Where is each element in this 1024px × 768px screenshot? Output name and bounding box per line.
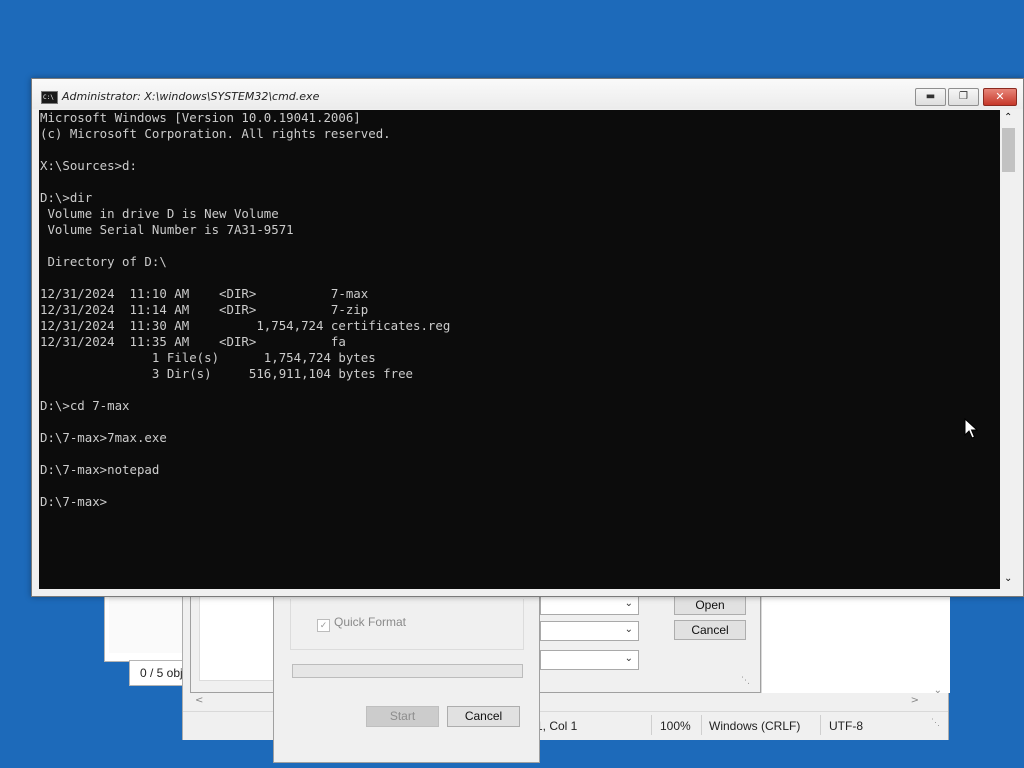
resize-grip-icon[interactable]: ⋱	[931, 717, 940, 728]
scroll-left-arrow-icon[interactable]: <	[195, 695, 203, 706]
dialog-nav-pane	[199, 595, 281, 681]
scroll-right-arrow-icon[interactable]: >	[911, 695, 919, 706]
cmd-icon[interactable]: C:\	[41, 91, 58, 104]
maximize-button[interactable]: ❐	[948, 88, 979, 106]
encoding: UTF-8	[829, 719, 863, 733]
cancel-button[interactable]: Cancel	[447, 706, 520, 727]
start-button[interactable]: Start	[366, 706, 439, 727]
notepad-edit-area[interactable]: ⌄	[761, 597, 950, 696]
line-ending: Windows (CRLF)	[709, 719, 801, 733]
window-title: Administrator: X:\windows\SYSTEM32\cmd.e…	[62, 90, 320, 103]
minimize-icon: ▬	[925, 91, 936, 102]
chevron-down-icon[interactable]: ⌄	[625, 653, 633, 664]
cursor-position: 1, Col 1	[536, 719, 578, 733]
format-progress-bar	[292, 664, 523, 678]
status-separator	[701, 715, 702, 735]
quick-format-option[interactable]: ✓ Quick Format	[317, 615, 406, 632]
checkbox-icon[interactable]: ✓	[317, 619, 330, 632]
chevron-down-icon[interactable]: ⌄	[625, 598, 633, 609]
file-type-combo[interactable]: ⌄	[540, 621, 639, 641]
open-button[interactable]: Open	[674, 595, 746, 615]
cmd-window[interactable]: C:\ Administrator: X:\windows\SYSTEM32\c…	[31, 78, 1024, 597]
resize-grip-icon[interactable]: ⋱	[741, 676, 750, 686]
cancel-button[interactable]: Cancel	[674, 620, 746, 640]
scroll-down-arrow-icon[interactable]: ⌄	[934, 685, 942, 696]
maximize-icon: ❐	[959, 91, 968, 102]
quick-format-label: Quick Format	[334, 615, 407, 629]
explorer-status-bar: 0 / 5 obj	[129, 660, 189, 686]
explorer-item-count: 0 / 5 obj	[140, 666, 183, 680]
scroll-up-arrow-icon[interactable]: ⌃	[1004, 112, 1012, 123]
mouse-pointer-icon	[964, 418, 978, 439]
format-dialog: ✓ Quick Format Start Cancel	[273, 590, 540, 763]
title-bar[interactable]: C:\ Administrator: X:\windows\SYSTEM32\c…	[32, 79, 1023, 109]
scroll-down-arrow-icon[interactable]: ⌄	[1004, 573, 1012, 584]
close-icon: ✕	[995, 90, 1005, 103]
status-separator	[820, 715, 821, 735]
minimize-button[interactable]: ▬	[915, 88, 946, 106]
zoom-level: 100%	[660, 719, 691, 733]
close-button[interactable]: ✕	[983, 88, 1017, 106]
scrollbar-thumb[interactable]	[1002, 128, 1015, 172]
status-separator	[651, 715, 652, 735]
console-output[interactable]: Microsoft Windows [Version 10.0.19041.20…	[39, 110, 1000, 589]
file-name-combo[interactable]: ⌄	[540, 595, 639, 615]
encoding-combo[interactable]: ⌄	[540, 650, 639, 670]
console-text: Microsoft Windows [Version 10.0.19041.20…	[40, 110, 451, 509]
vertical-scrollbar[interactable]: ⌃ ⌄	[1000, 110, 1017, 589]
chevron-down-icon[interactable]: ⌄	[625, 624, 633, 635]
format-options-group: ✓ Quick Format	[290, 599, 524, 650]
explorer-nav-pane	[109, 595, 190, 653]
